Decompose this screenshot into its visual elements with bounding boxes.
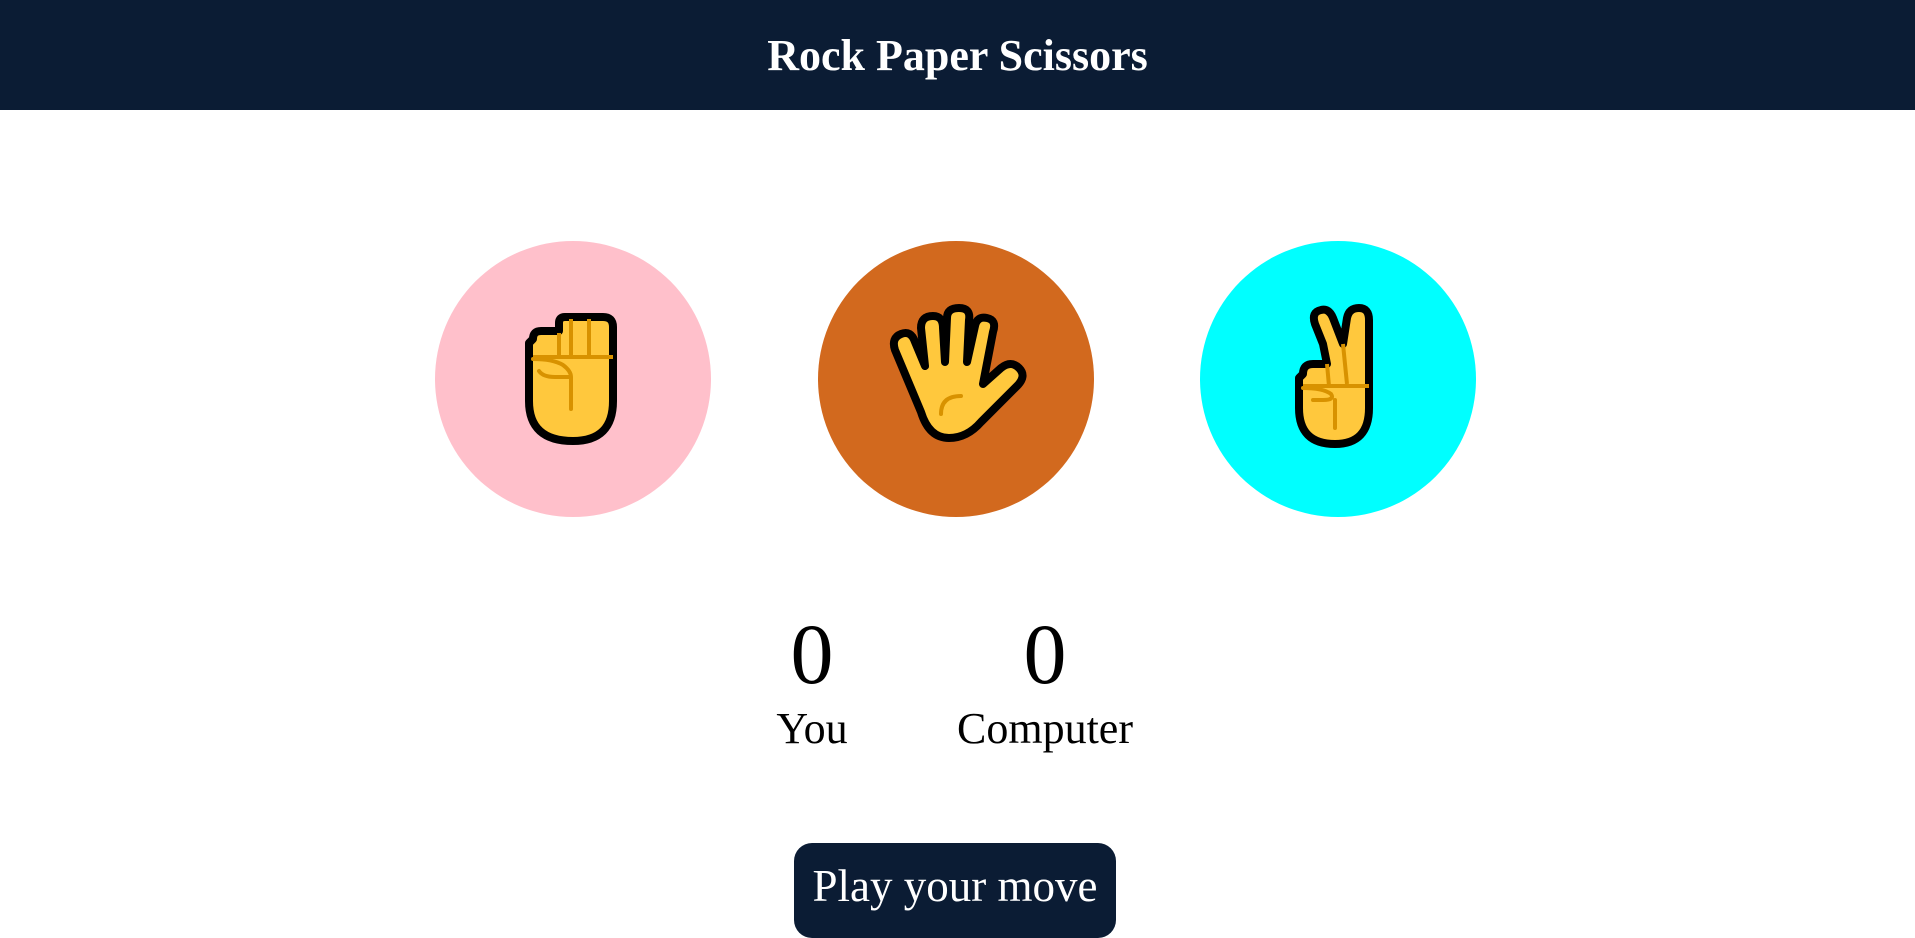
user-score: 0 You xyxy=(712,604,912,754)
victory-hand-icon xyxy=(1283,304,1393,454)
raised-hand-icon xyxy=(881,304,1031,454)
app-header: Rock Paper Scissors xyxy=(0,0,1915,110)
computer-score-value: 0 xyxy=(1023,606,1067,702)
user-score-label: You xyxy=(776,704,848,753)
scissors-choice-button[interactable] xyxy=(1200,241,1476,517)
computer-score: 0 Computer xyxy=(945,604,1145,754)
user-score-value: 0 xyxy=(790,606,834,702)
paper-choice-button[interactable] xyxy=(818,241,1094,517)
computer-score-label: Computer xyxy=(957,704,1133,753)
raised-fist-icon xyxy=(513,309,633,449)
play-move-button[interactable]: Play your move xyxy=(794,843,1116,938)
rock-choice-button[interactable] xyxy=(435,241,711,517)
page-title: Rock Paper Scissors xyxy=(767,30,1148,80)
